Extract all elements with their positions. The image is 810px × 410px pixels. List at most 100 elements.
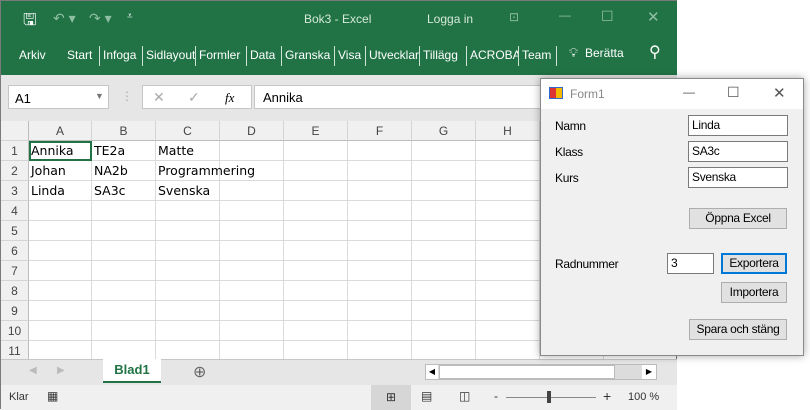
minimize-icon[interactable]: — [559, 8, 571, 22]
row-header[interactable]: 1 [1, 141, 29, 161]
tab-acrobat[interactable]: ACROBAT [467, 46, 519, 66]
cell-G4[interactable] [412, 201, 476, 221]
normal-view-icon[interactable]: ⊞ [371, 385, 411, 410]
cell-H1[interactable] [476, 141, 540, 161]
tab-team[interactable]: Team [519, 46, 557, 66]
cell-B8[interactable] [92, 281, 156, 301]
chevron-down-icon[interactable]: ▼ [95, 91, 104, 101]
scroll-left-icon[interactable]: ◀ [426, 365, 438, 379]
ribbon-display-icon[interactable]: ⊡ [509, 10, 519, 24]
column-header[interactable]: G [412, 121, 476, 141]
cell-A2[interactable]: Johan [29, 161, 92, 181]
cell-E7[interactable] [284, 261, 348, 281]
cell-A6[interactable] [29, 241, 92, 261]
page-layout-icon[interactable]: ▤ [421, 389, 432, 403]
add-sheet-icon[interactable]: ⊕ [193, 362, 206, 382]
close-icon[interactable]: ✕ [773, 84, 786, 102]
cell-A4[interactable] [29, 201, 92, 221]
redo-icon[interactable]: ↷ ▾ [89, 10, 112, 27]
cell-E1[interactable] [284, 141, 348, 161]
cell-H8[interactable] [476, 281, 540, 301]
cell-C11[interactable] [156, 341, 220, 359]
cell-D4[interactable] [220, 201, 284, 221]
cell-E3[interactable] [284, 181, 348, 201]
sheet-tab-blad1[interactable]: Blad1 [103, 359, 161, 383]
cell-G7[interactable] [412, 261, 476, 281]
row-header[interactable]: 5 [1, 221, 29, 241]
cell-C2[interactable]: Programmering [156, 161, 255, 181]
cell-F4[interactable] [348, 201, 412, 221]
close-icon[interactable]: ✕ [647, 8, 660, 26]
prev-sheet-icon[interactable]: ◀ [29, 365, 37, 376]
tab-granska[interactable]: Granska [282, 46, 335, 66]
cell-C6[interactable] [156, 241, 220, 261]
cell-H7[interactable] [476, 261, 540, 281]
cell-D10[interactable] [220, 321, 284, 341]
export-button[interactable]: Exportera [721, 253, 787, 274]
cell-F1[interactable] [348, 141, 412, 161]
cell-B9[interactable] [92, 301, 156, 321]
next-sheet-icon[interactable]: ▶ [57, 365, 65, 376]
cell-H9[interactable] [476, 301, 540, 321]
name-box[interactable]: A1 ▼ [8, 85, 109, 109]
cell-B2[interactable]: NA2b [92, 161, 156, 181]
cell-B5[interactable] [92, 221, 156, 241]
tab-formler[interactable]: Formler [196, 46, 247, 66]
select-all-corner[interactable] [1, 121, 29, 141]
cell-F5[interactable] [348, 221, 412, 241]
maximize-icon[interactable]: ☐ [601, 8, 614, 25]
row-header[interactable]: 4 [1, 201, 29, 221]
login-link[interactable]: Logga in [427, 12, 473, 26]
page-break-icon[interactable]: ◫ [459, 389, 470, 403]
horizontal-scrollbar[interactable]: ◀ ▶ [425, 364, 657, 380]
tab-data[interactable]: Data [247, 46, 282, 66]
cell-B7[interactable] [92, 261, 156, 281]
cell-G9[interactable] [412, 301, 476, 321]
cell-D3[interactable] [220, 181, 284, 201]
cell-G11[interactable] [412, 341, 476, 359]
column-header[interactable]: C [156, 121, 220, 141]
maximize-icon[interactable]: ☐ [727, 84, 740, 101]
zoom-out-icon[interactable]: - [494, 389, 498, 403]
cell-A7[interactable] [29, 261, 92, 281]
cell-D8[interactable] [220, 281, 284, 301]
cell-B1[interactable]: TE2a [92, 141, 156, 161]
row-header[interactable]: 7 [1, 261, 29, 281]
cell-G8[interactable] [412, 281, 476, 301]
row-header[interactable]: 8 [1, 281, 29, 301]
column-header[interactable]: E [284, 121, 348, 141]
cell-A9[interactable] [29, 301, 92, 321]
column-header[interactable]: D [220, 121, 284, 141]
tab-infoga[interactable]: Infoga [100, 46, 143, 66]
cell-A8[interactable] [29, 281, 92, 301]
cell-E2[interactable] [284, 161, 348, 181]
tab-start[interactable]: Start [64, 46, 100, 66]
cell-G1[interactable] [412, 141, 476, 161]
cell-F6[interactable] [348, 241, 412, 261]
tab-file[interactable]: Arkiv [19, 48, 46, 62]
cell-C7[interactable] [156, 261, 220, 281]
cell-E10[interactable] [284, 321, 348, 341]
function-icon[interactable]: fx [225, 90, 234, 106]
cancel-icon[interactable]: ✕ [153, 89, 165, 106]
row-header[interactable]: 10 [1, 321, 29, 341]
cell-G2[interactable] [412, 161, 476, 181]
cell-E11[interactable] [284, 341, 348, 359]
cell-D7[interactable] [220, 261, 284, 281]
cell-H5[interactable] [476, 221, 540, 241]
row-header[interactable]: 3 [1, 181, 29, 201]
cell-D11[interactable] [220, 341, 284, 359]
cell-F8[interactable] [348, 281, 412, 301]
zoom-level[interactable]: 100 % [628, 391, 659, 403]
tab-tillägg[interactable]: Tillägg [420, 46, 467, 66]
tab-sidlayout[interactable]: Sidlayout [143, 46, 196, 66]
cell-E9[interactable] [284, 301, 348, 321]
cell-F3[interactable] [348, 181, 412, 201]
tell-me[interactable]: Berätta [585, 46, 624, 60]
cell-B11[interactable] [92, 341, 156, 359]
cell-F11[interactable] [348, 341, 412, 359]
column-header[interactable]: H [476, 121, 540, 141]
cell-F10[interactable] [348, 321, 412, 341]
row-number-field[interactable]: 3 [667, 253, 714, 274]
enter-icon[interactable]: ✓ [188, 89, 200, 106]
